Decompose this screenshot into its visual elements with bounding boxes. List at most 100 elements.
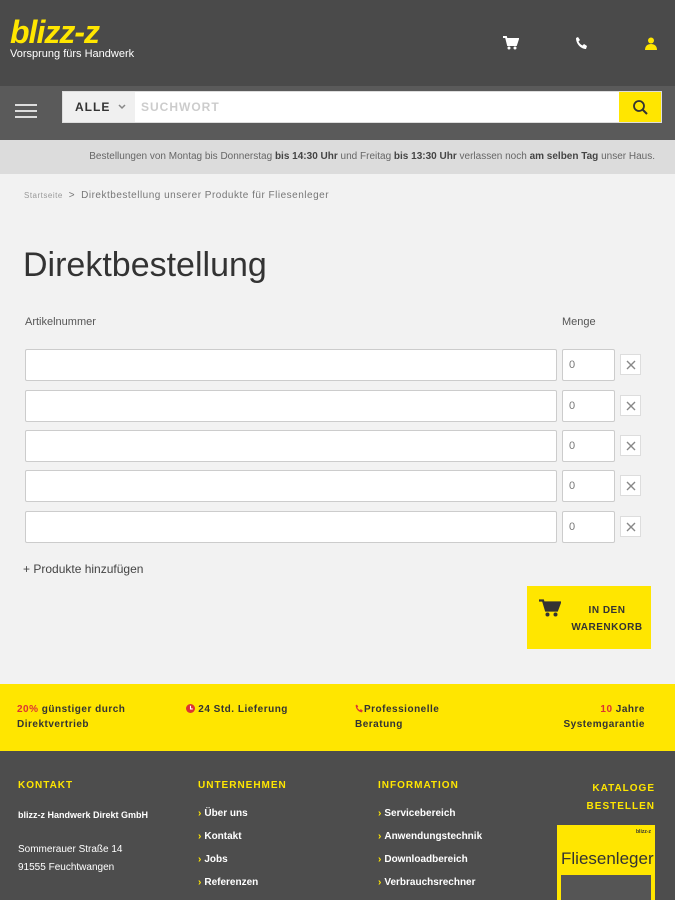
usp-consulting-text: Professionelle <box>364 704 440 715</box>
catalog-title: Fliesenleger <box>561 849 654 868</box>
usp-discount-text: Direktvertrieb <box>17 719 90 730</box>
usp-discount: 20% günstiger durch Direktvertrieb <box>17 702 125 732</box>
close-icon <box>626 401 635 410</box>
footer-link-label: Downloadbereich <box>384 854 468 865</box>
usp-warranty-value: 10 <box>600 704 613 715</box>
clock-icon <box>186 704 195 715</box>
quantity-input[interactable]: 0 <box>562 511 615 543</box>
notice-text: Bestellungen von Montag bis Donnerstag <box>89 151 275 162</box>
footer-link-label: Über uns <box>204 808 248 819</box>
article-number-input[interactable] <box>25 430 557 462</box>
article-number-input[interactable] <box>25 349 557 381</box>
phone-icon <box>355 704 364 715</box>
breadcrumb: Startseite > Direktbestellung unserer Prod… <box>24 190 329 201</box>
search-box: ALLE <box>62 91 662 123</box>
phone-icon[interactable] <box>571 32 593 54</box>
usp-consulting: Professionelle Beratung <box>355 702 439 732</box>
order-row: 0 <box>25 349 645 382</box>
column-header-quantity: Menge <box>562 316 596 328</box>
catalog-brand: blizz-z <box>636 829 651 835</box>
search-icon <box>633 100 648 115</box>
footer-link-calculator[interactable]: › Verbrauchsrechner <box>378 877 476 888</box>
user-icon[interactable] <box>640 32 662 54</box>
usp-consulting-text: Beratung <box>355 719 403 730</box>
footer: KONTAKT blizz-z Handwerk Direkt GmbH Som… <box>0 751 675 900</box>
article-number-input[interactable] <box>25 511 557 543</box>
notice-text: unser Haus. <box>598 151 655 162</box>
quantity-input[interactable]: 0 <box>562 430 615 462</box>
category-select[interactable]: ALLE <box>63 92 135 122</box>
category-select-label: ALLE <box>75 100 111 114</box>
footer-company-name: blizz-z Handwerk Direkt GmbH <box>18 810 149 820</box>
breadcrumb-home[interactable]: Startseite <box>24 191 63 200</box>
breadcrumb-current: Direktbestellung unserer Produkte für Fl… <box>81 190 330 201</box>
remove-row-button[interactable] <box>620 475 641 496</box>
cart-icon[interactable] <box>500 32 522 54</box>
order-row: 0 <box>25 390 645 423</box>
usp-warranty-text: Jahre <box>612 704 645 715</box>
footer-link-jobs[interactable]: › Jobs <box>198 854 228 865</box>
quantity-input[interactable]: 0 <box>562 470 615 502</box>
footer-link-contact[interactable]: › Kontakt <box>198 831 242 842</box>
footer-link-application[interactable]: › Anwendungstechnik <box>378 831 482 842</box>
chevron-down-icon <box>117 101 129 113</box>
search-bar: ALLE <box>0 86 675 140</box>
close-icon <box>626 360 635 369</box>
search-input[interactable] <box>135 92 620 122</box>
notice-text: verlassen noch <box>456 151 530 162</box>
footer-catalog-heading-line: BESTELLEN <box>586 801 655 812</box>
catalog-image <box>561 875 651 900</box>
close-icon <box>626 481 635 490</box>
usp-delivery: 24 Std. Lieferung <box>186 702 288 717</box>
page-title: Direktbestellung <box>23 246 267 284</box>
add-to-cart-label-line: WARENKORB <box>571 622 643 633</box>
add-products-link[interactable]: + Produkte hinzufügen <box>23 562 143 576</box>
quantity-input[interactable]: 0 <box>562 390 615 422</box>
menu-icon[interactable] <box>15 100 39 124</box>
footer-link-label: Referenzen <box>204 877 259 888</box>
footer-link-references[interactable]: › Referenzen <box>198 877 258 888</box>
footer-link-service[interactable]: › Servicebereich <box>378 808 456 819</box>
article-number-input[interactable] <box>25 390 557 422</box>
footer-link-downloads[interactable]: › Downloadbereich <box>378 854 468 865</box>
footer-link-label: Kontakt <box>204 831 242 842</box>
usp-strip: 20% günstiger durch Direktvertrieb 24 St… <box>0 684 675 751</box>
footer-catalog-heading-line: KATALOGE <box>592 783 655 794</box>
order-row: 0 <box>25 511 645 544</box>
footer-link-label: Anwendungstechnik <box>384 831 483 842</box>
notice-same-day: am selben Tag <box>529 151 599 162</box>
footer-street: Sommerauer Straße 14 <box>18 844 123 855</box>
order-row: 0 <box>25 430 645 463</box>
usp-warranty-text: Systemgarantie <box>563 719 645 730</box>
logo-tagline: Vorsprung fürs Handwerk <box>10 48 135 60</box>
remove-row-button[interactable] <box>620 435 641 456</box>
notice-time-friday: bis 13:30 Uhr <box>393 151 457 162</box>
footer-link-label: Servicebereich <box>384 808 456 819</box>
usp-discount-text: günstiger durch <box>38 704 126 715</box>
footer-catalog-heading[interactable]: KATALOGE BESTELLEN <box>575 780 655 816</box>
footer-company-heading: UNTERNEHMEN <box>198 780 287 791</box>
order-row: 0 <box>25 470 645 503</box>
remove-row-button[interactable] <box>620 516 641 537</box>
catalog-cover[interactable]: blizz-z Fliesenleger <box>557 825 655 900</box>
usp-discount-value: 20% <box>17 704 39 715</box>
footer-city: 91555 Feuchtwangen <box>18 862 115 873</box>
usp-delivery-text: 24 Std. Lieferung <box>198 704 288 715</box>
remove-row-button[interactable] <box>620 395 641 416</box>
add-to-cart-label: IN DEN WARENKORB <box>569 602 645 636</box>
footer-information-heading: INFORMATION <box>378 780 459 791</box>
add-to-cart-button[interactable]: IN DEN WARENKORB <box>527 586 651 649</box>
logo-wordmark: blizz-z <box>10 14 100 50</box>
footer-link-about[interactable]: › Über uns <box>198 808 248 819</box>
remove-row-button[interactable] <box>620 354 641 375</box>
quantity-input[interactable]: 0 <box>562 349 615 381</box>
close-icon <box>626 441 635 450</box>
usp-warranty: 10 Jahre Systemgarantie <box>555 702 645 732</box>
footer-link-label: Jobs <box>204 854 228 865</box>
article-number-input[interactable] <box>25 470 557 502</box>
close-icon <box>626 522 635 531</box>
footer-link-label: Verbrauchsrechner <box>384 877 476 888</box>
cart-icon <box>539 599 562 622</box>
search-button[interactable] <box>619 92 661 122</box>
logo[interactable]: blizz-z Vorsprung fürs Handwerk <box>10 14 134 60</box>
